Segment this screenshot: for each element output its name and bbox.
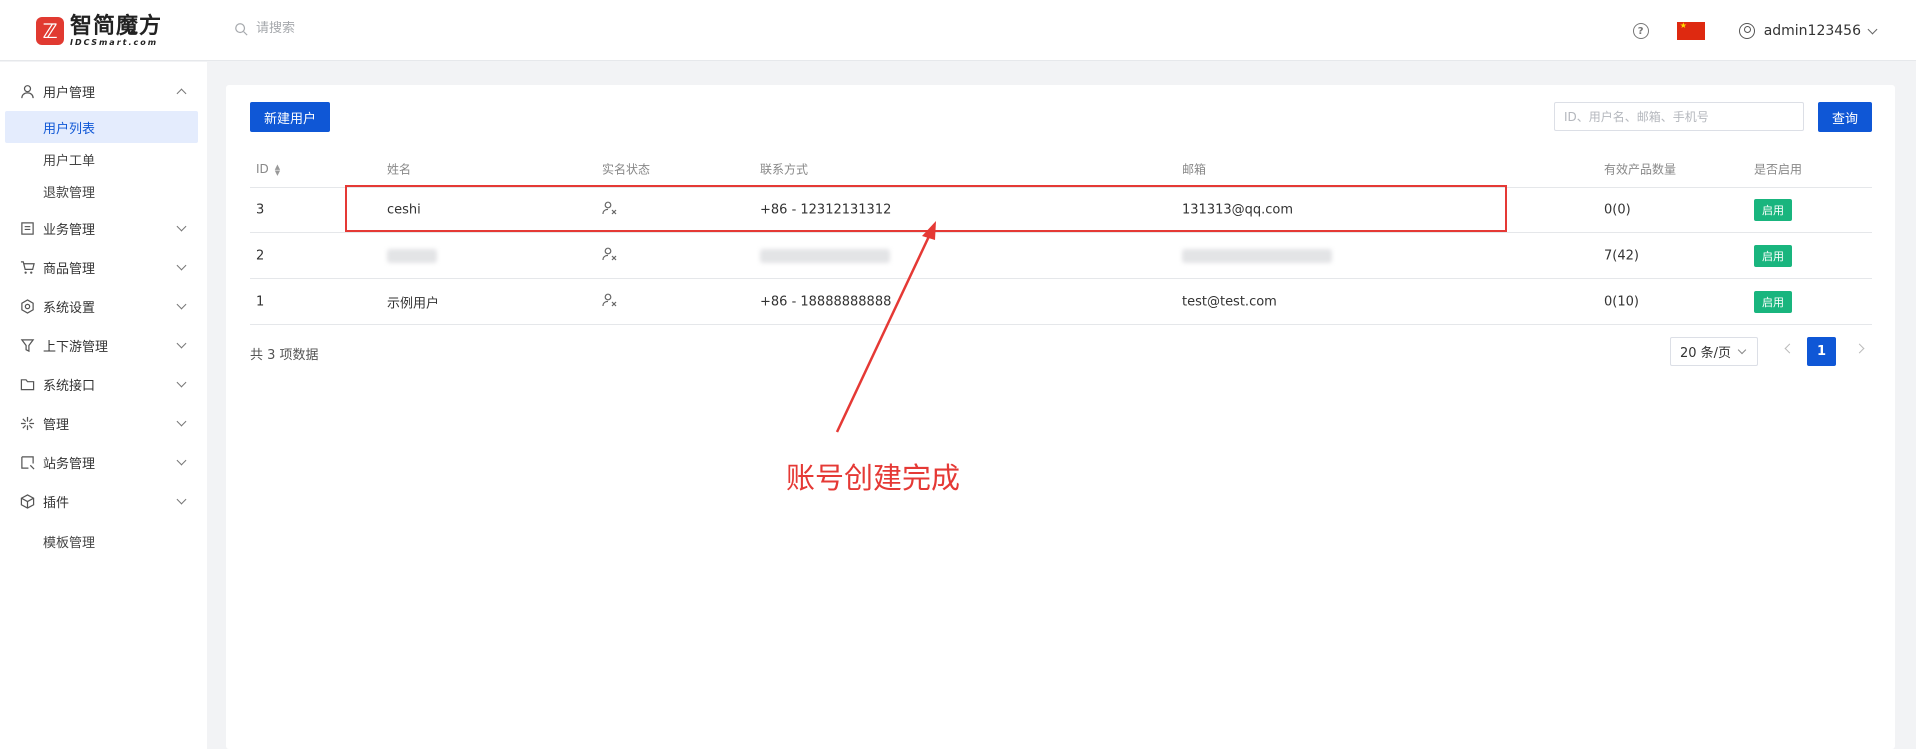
sidebar-item-refunds[interactable]: 退款管理 xyxy=(0,175,207,207)
logo[interactable]: ℤ 智简魔方 IDCSmart.com xyxy=(36,14,162,48)
account-icon xyxy=(1738,23,1755,39)
cell-product-count: 7(42) xyxy=(1604,248,1639,264)
user-menu[interactable]: admin123456 xyxy=(1738,23,1878,39)
sidebar-group-management[interactable]: 管理 xyxy=(0,406,207,440)
username: admin123456 xyxy=(1763,23,1861,39)
cell-id: 1 xyxy=(256,294,265,310)
chevron-down-icon xyxy=(176,455,187,466)
cart-icon xyxy=(20,260,35,274)
sidebar-group-system-interface[interactable]: 系统接口 xyxy=(0,367,207,401)
cell-product-count: 0(0) xyxy=(1604,202,1631,218)
column-header-email: 邮箱 xyxy=(1182,162,1207,177)
sidebar-item-user-tickets[interactable]: 用户工单 xyxy=(0,143,207,175)
status-badge[interactable]: 启用 xyxy=(1754,245,1792,267)
prev-page-icon[interactable] xyxy=(1784,343,1795,354)
sidebar-group-products[interactable]: 商品管理 xyxy=(0,250,207,284)
status-badge[interactable]: 启用 xyxy=(1754,291,1792,313)
column-header-product-count: 有效产品数量 xyxy=(1604,162,1677,177)
logo-title: 智简魔方 xyxy=(70,13,163,39)
logo-mark-icon: ℤ xyxy=(36,17,64,45)
sidebar-group-site[interactable]: 站务管理 xyxy=(0,445,207,479)
chevron-down-icon xyxy=(176,299,187,310)
user-filter-input[interactable] xyxy=(1554,102,1804,131)
cell-id: 3 xyxy=(256,202,265,218)
sidebar-group-upstream[interactable]: 上下游管理 xyxy=(0,328,207,362)
page-size-select[interactable]: 20 条/页 xyxy=(1670,337,1758,366)
document-icon xyxy=(21,221,34,235)
site-icon xyxy=(21,455,35,469)
chevron-up-icon xyxy=(176,88,187,99)
status-badge[interactable]: 启用 xyxy=(1754,199,1792,221)
user-icon xyxy=(21,84,34,98)
cell-product-count: 0(10) xyxy=(1604,294,1639,310)
sparkle-icon xyxy=(20,416,35,430)
sidebar-item-user-list[interactable]: 用户列表 xyxy=(5,111,198,143)
sort-icon[interactable]: ▲ ▼ xyxy=(275,163,280,176)
sidebar-group-user-management[interactable]: 用户管理 xyxy=(0,74,207,108)
annotation-text: 账号创建完成 xyxy=(786,461,961,495)
sidebar: 用户管理 用户列表 用户工单 退款管理 业务管理 商品管理 系统设置 上下游管理… xyxy=(0,62,207,749)
global-search[interactable] xyxy=(234,21,456,36)
chevron-down-icon xyxy=(176,260,187,271)
column-header-name: 姓名 xyxy=(387,162,412,177)
chevron-down-icon xyxy=(176,416,187,427)
column-header-enabled: 是否启用 xyxy=(1754,162,1803,177)
sidebar-group-plugins[interactable]: 插件 xyxy=(0,484,207,518)
top-header: ℤ 智简魔方 IDCSmart.com ? admin123456 xyxy=(0,0,1916,61)
query-button[interactable]: 查询 xyxy=(1818,102,1872,132)
chevron-down-icon xyxy=(176,494,187,505)
gear-icon xyxy=(21,298,34,314)
new-user-button[interactable]: 新建用户 xyxy=(250,102,330,132)
sidebar-item-templates[interactable]: 模板管理 xyxy=(0,525,207,557)
column-header-verification: 实名状态 xyxy=(602,162,651,177)
sidebar-group-system-settings[interactable]: 系统设置 xyxy=(0,289,207,323)
cell-id: 2 xyxy=(256,248,265,264)
search-icon xyxy=(235,22,248,36)
cell-name[interactable]: 示例用户 xyxy=(387,293,439,312)
unverified-user-icon xyxy=(602,247,618,265)
cube-icon xyxy=(20,493,35,509)
chevron-down-icon xyxy=(1867,24,1878,34)
chevron-down-icon xyxy=(1737,345,1747,355)
help-icon[interactable]: ? xyxy=(1632,23,1649,39)
column-header-contact: 联系方式 xyxy=(760,162,809,177)
folder-icon xyxy=(20,378,35,390)
table-row[interactable]: 2 7(42) 启用 xyxy=(250,234,1872,279)
filter-icon xyxy=(20,338,35,352)
next-page-icon[interactable] xyxy=(1854,343,1865,354)
cell-email: test@test.com xyxy=(1182,294,1277,310)
column-header-id[interactable]: ID ▲ ▼ xyxy=(256,162,280,176)
chevron-down-icon xyxy=(176,377,187,388)
annotation-highlight-box xyxy=(345,185,1507,232)
search-input[interactable] xyxy=(256,21,456,36)
language-flag-icon[interactable] xyxy=(1676,21,1705,40)
total-count: 共 3 项数据 xyxy=(250,348,319,363)
cell-phone: +86 - 18888888888 xyxy=(760,294,892,310)
chevron-down-icon xyxy=(176,338,187,349)
logo-subtitle: IDCSmart.com xyxy=(70,38,159,47)
table-row[interactable]: 1 示例用户 +86 - 18888888888 test@test.com 0… xyxy=(250,280,1872,325)
sidebar-group-business[interactable]: 业务管理 xyxy=(0,211,207,245)
unverified-user-icon xyxy=(602,293,618,311)
table-header: ID ▲ ▼ 姓名 实名状态 联系方式 邮箱 有效产品数量 是否启用 xyxy=(250,151,1872,188)
chevron-down-icon xyxy=(176,221,187,232)
page-number-current[interactable]: 1 xyxy=(1807,337,1836,366)
